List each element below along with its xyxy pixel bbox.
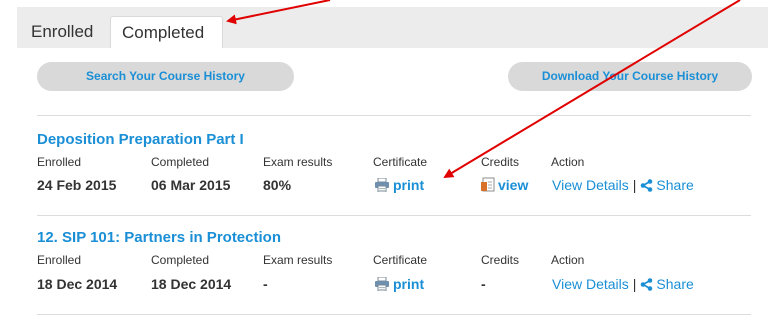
annotation-arrow <box>226 0 331 25</box>
annotation-arrows <box>226 0 741 179</box>
annotation-arrow <box>443 0 741 179</box>
